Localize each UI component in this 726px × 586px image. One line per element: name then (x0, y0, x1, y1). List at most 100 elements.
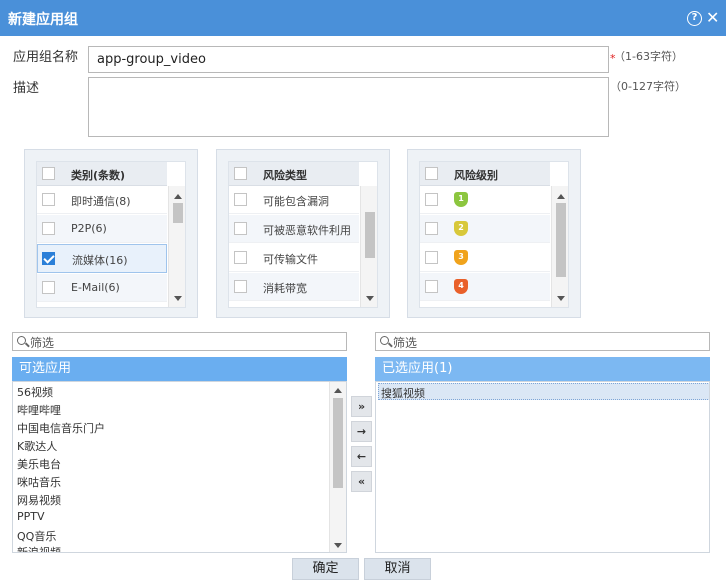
list-item[interactable]: QQ音乐 (17, 528, 56, 544)
scroll-down-icon[interactable] (366, 296, 374, 301)
scroll-down-icon[interactable] (557, 296, 565, 301)
risk-type-panel-header: 风险类型 (229, 162, 359, 186)
risk-type-row[interactable]: 可能包含漏洞 (229, 186, 359, 214)
scroll-down-icon[interactable] (174, 296, 182, 301)
category-label: E-Mail(6) (71, 281, 120, 294)
risk-level-checkbox[interactable] (425, 193, 438, 206)
list-item[interactable]: K歌达人 (17, 438, 57, 454)
risk-type-panel: 风险类型 可能包含漏洞 可被恶意软件利用 可传输文件 消耗带宽 (216, 149, 390, 318)
risk-level-4-shield-icon: 4 (454, 279, 468, 294)
risk-level-row[interactable]: 2 (420, 215, 550, 243)
category-checkbox-checked[interactable] (42, 252, 55, 265)
name-length-hint: （1-63字符） (614, 50, 683, 63)
category-row[interactable]: P2P(6) (37, 215, 167, 243)
risk-level-row[interactable]: 3 (420, 244, 550, 272)
risk-type-checkbox[interactable] (234, 280, 247, 293)
category-label: 即时通信(8) (71, 195, 131, 208)
scroll-up-icon[interactable] (334, 388, 342, 393)
list-item[interactable]: PPTV (17, 510, 45, 523)
risk-type-label: 可传输文件 (263, 253, 318, 266)
category-header-label: 类别(条数) (71, 169, 126, 182)
risk-type-row[interactable]: 可被恶意软件利用 (229, 215, 359, 243)
available-filter-placeholder: 筛选 (30, 336, 55, 350)
selected-list-header: 已选应用(1) (375, 357, 710, 381)
list-item[interactable]: 新浪视频 (17, 544, 61, 552)
ok-button[interactable]: 确定 (292, 558, 359, 580)
risk-level-select-all-checkbox[interactable] (425, 167, 438, 180)
add-button[interactable]: → (351, 421, 372, 442)
dialog-title: 新建应用组 (8, 12, 78, 28)
scroll-up-icon[interactable] (174, 194, 182, 199)
question-circle-icon[interactable]: ? (687, 11, 702, 26)
description-length-hint: （0-127字符） (610, 80, 686, 93)
selected-filter-placeholder: 筛选 (393, 336, 418, 350)
risk-level-3-shield-icon: 3 (454, 250, 468, 265)
list-item[interactable]: 网易视频 (17, 492, 61, 508)
risk-type-select-all-checkbox[interactable] (234, 167, 247, 180)
risk-type-label: 消耗带宽 (263, 282, 307, 295)
search-icon (17, 336, 26, 345)
risk-type-row[interactable]: 消耗带宽 (229, 273, 359, 301)
risk-level-1-shield-icon: 1 (454, 192, 468, 207)
scroll-down-icon[interactable] (334, 543, 342, 548)
selected-list: 搜狐视频 (375, 381, 710, 553)
available-list-scrollbar[interactable] (329, 382, 346, 552)
category-label: 流媒体(16) (72, 254, 128, 267)
list-item-label: 搜狐视频 (381, 387, 425, 400)
description-label: 描述 (13, 81, 40, 96)
risk-level-panel: 风险级别 1 2 3 4 (407, 149, 581, 318)
scroll-thumb[interactable] (365, 212, 375, 258)
remove-button[interactable]: ← (351, 446, 372, 467)
category-panel: 类别(条数) 即时通信(8) P2P(6) 流媒体(16) E-Mail(6) (24, 149, 198, 318)
list-item[interactable]: 美乐电台 (17, 456, 61, 472)
category-checkbox[interactable] (42, 281, 55, 294)
scroll-up-icon[interactable] (557, 194, 565, 199)
risk-level-panel-header: 风险级别 (420, 162, 550, 186)
name-label: 应用组名称 (13, 50, 79, 65)
list-item[interactable]: 哔哩哔哩 (17, 402, 61, 418)
category-checkbox[interactable] (42, 193, 55, 206)
available-list-header: 可选应用 (12, 357, 347, 381)
available-filter-input[interactable]: 筛选 (12, 332, 347, 351)
list-item[interactable]: 中国电信音乐门户 (17, 420, 105, 436)
close-icon[interactable]: ✕ (706, 8, 719, 27)
category-scrollbar[interactable] (168, 186, 185, 307)
risk-type-checkbox[interactable] (234, 222, 247, 235)
cancel-button[interactable]: 取消 (364, 558, 431, 580)
list-item[interactable]: 56视频 (17, 384, 53, 400)
risk-level-checkbox[interactable] (425, 251, 438, 264)
risk-level-row[interactable]: 1 (420, 186, 550, 214)
risk-type-checkbox[interactable] (234, 251, 247, 264)
risk-type-label: 可能包含漏洞 (263, 195, 329, 208)
scroll-thumb[interactable] (333, 398, 343, 488)
remove-all-button[interactable]: « (351, 471, 372, 492)
risk-type-checkbox[interactable] (234, 193, 247, 206)
risk-type-scrollbar[interactable] (360, 186, 377, 307)
available-list: 56视频 哔哩哔哩 中国电信音乐门户 K歌达人 美乐电台 咪咕音乐 网易视频 P… (12, 381, 347, 553)
risk-level-2-shield-icon: 2 (454, 221, 468, 236)
risk-level-row[interactable]: 4 (420, 273, 550, 301)
search-icon (380, 336, 389, 345)
category-select-all-checkbox[interactable] (42, 167, 55, 180)
list-item-selected[interactable]: 搜狐视频 (378, 383, 709, 400)
risk-level-checkbox[interactable] (425, 222, 438, 235)
scroll-thumb[interactable] (173, 203, 183, 223)
scroll-thumb[interactable] (556, 203, 566, 277)
category-row-selected[interactable]: 流媒体(16) (37, 244, 167, 273)
risk-type-header-label: 风险类型 (263, 169, 307, 182)
dialog-titlebar: 新建应用组 ? ✕ (0, 0, 726, 36)
category-checkbox[interactable] (42, 222, 55, 235)
selected-filter-input[interactable]: 筛选 (375, 332, 710, 351)
risk-level-checkbox[interactable] (425, 280, 438, 293)
category-row[interactable]: 即时通信(8) (37, 186, 167, 214)
risk-level-scrollbar[interactable] (551, 186, 568, 307)
list-item[interactable]: 咪咕音乐 (17, 474, 61, 490)
risk-type-row[interactable]: 可传输文件 (229, 244, 359, 272)
description-textarea[interactable] (88, 77, 609, 137)
category-label: P2P(6) (71, 222, 107, 235)
category-panel-header: 类别(条数) (37, 162, 167, 186)
add-all-button[interactable]: » (351, 396, 372, 417)
risk-level-header-label: 风险级别 (454, 169, 498, 182)
category-row[interactable]: E-Mail(6) (37, 274, 167, 302)
group-name-input[interactable]: app-group_video (88, 46, 609, 73)
